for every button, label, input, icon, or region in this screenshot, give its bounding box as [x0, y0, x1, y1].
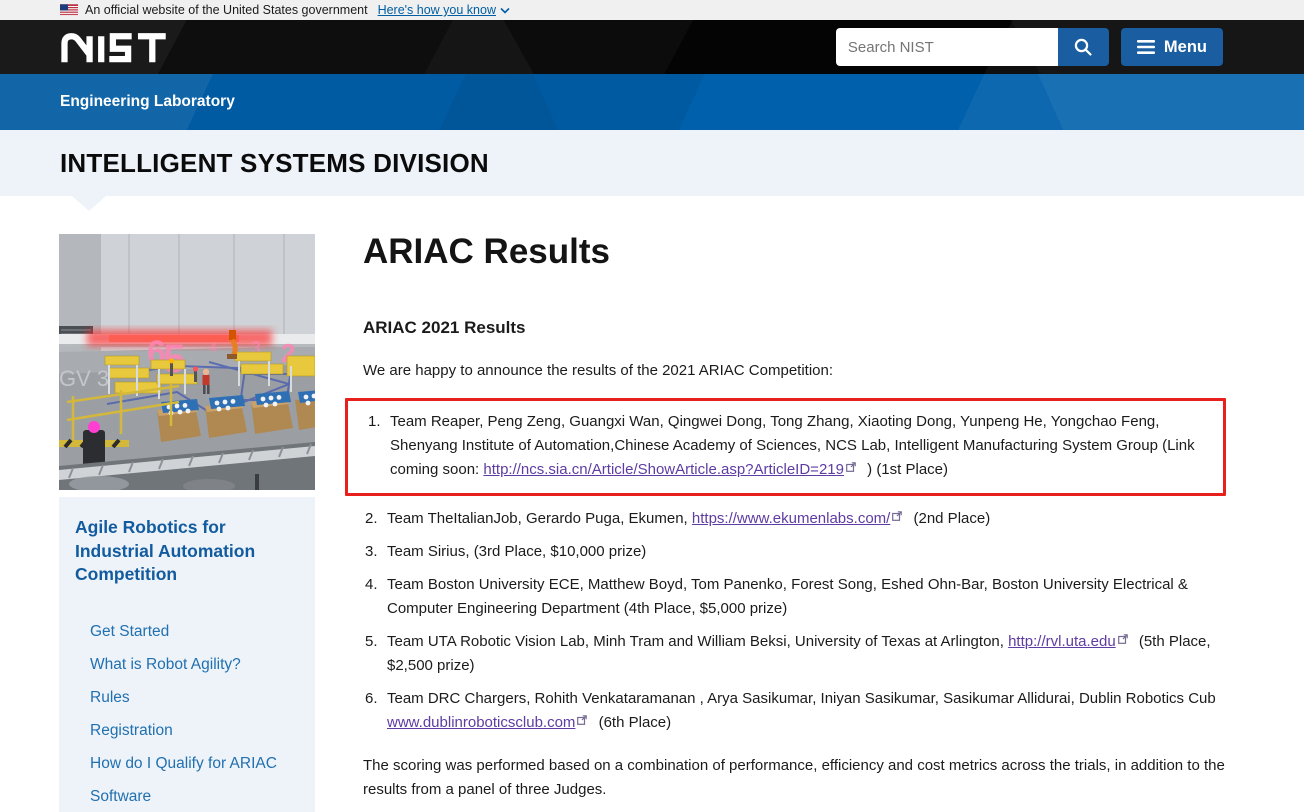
- results-subtitle: ARIAC 2021 Results: [363, 318, 1226, 338]
- sidebar-link[interactable]: What is Robot Agility?: [90, 656, 241, 673]
- gov-banner: An official website of the United States…: [0, 0, 1304, 20]
- sidebar-link[interactable]: Rules: [90, 689, 130, 706]
- search-box: [836, 28, 1109, 66]
- external-link-icon: [892, 511, 902, 521]
- menu-button[interactable]: Menu: [1121, 28, 1223, 66]
- gov-banner-text: An official website of the United States…: [85, 3, 368, 17]
- result-link[interactable]: http://ncs.sia.cn/Article/ShowArticle.as…: [483, 461, 844, 478]
- sidebar-link[interactable]: How do I Qualify for ARIAC: [90, 755, 277, 772]
- lab-link[interactable]: Engineering Laboratory: [60, 93, 235, 111]
- division-band: INTELLIGENT SYSTEMS DIVISION: [0, 130, 1304, 196]
- external-link-icon: [577, 715, 587, 725]
- results-list: 1.Team Reaper, Peng Zeng, Guangxi Wan, Q…: [363, 398, 1226, 735]
- site-header: Menu: [0, 20, 1304, 74]
- intro-text: We are happy to announce the results of …: [363, 359, 1226, 383]
- sidebar-nav-title[interactable]: Agile Robotics for Industrial Automation…: [75, 516, 299, 587]
- result-number: 6.: [365, 687, 378, 711]
- sidebar-link-item: Registration: [90, 722, 299, 740]
- result-number: 2.: [365, 507, 378, 531]
- sidebar-link[interactable]: Registration: [90, 722, 173, 739]
- svg-text:GV 3: GV 3: [59, 366, 109, 391]
- result-item: 2.Team TheItalianJob, Gerardo Puga, Ekum…: [363, 507, 1226, 531]
- page-title: ARIAC Results: [363, 232, 1226, 272]
- result-number: 3.: [365, 540, 378, 564]
- chevron-down-icon: [500, 7, 510, 14]
- scoring-paragraph: The scoring was performed based on a com…: [363, 754, 1226, 802]
- external-link-icon: [846, 462, 856, 472]
- result-number: 5.: [365, 630, 378, 654]
- band-notch: [72, 196, 106, 211]
- sidebar-link-item: How do I Qualify for ARIAC: [90, 755, 299, 773]
- result-link[interactable]: www.dublinroboticsclub.com: [387, 714, 575, 731]
- hamburger-icon: [1137, 40, 1155, 54]
- result-item: 3.Team Sirius, (3rd Place, $10,000 prize…: [363, 540, 1226, 564]
- sidebar-links: Get Started What is Robot Agility? Rules Re…: [75, 623, 299, 806]
- sidebar: 6 5 2 3 4 GV 3: [59, 196, 315, 812]
- sidebar-link-item: Get Started: [90, 623, 299, 641]
- result-number: 4.: [365, 573, 378, 597]
- result-item: 6.Team DRC Chargers, Rohith Venkataraman…: [363, 687, 1226, 735]
- sidebar-link-item: Rules: [90, 689, 299, 707]
- sidebar-link[interactable]: Software: [90, 788, 151, 805]
- sidebar-link[interactable]: Get Started: [90, 623, 169, 640]
- nist-logo[interactable]: [60, 31, 172, 63]
- result-number: 1.: [368, 410, 381, 434]
- division-title: INTELLIGENT SYSTEMS DIVISION: [60, 148, 489, 179]
- content: 6 5 2 3 4 GV 3: [0, 196, 1304, 812]
- sidebar-nav: Agile Robotics for Industrial Automation…: [59, 497, 315, 812]
- result-item: 5.Team UTA Robotic Vision Lab, Minh Tram…: [363, 630, 1226, 678]
- us-flag-icon: [60, 4, 78, 16]
- main-content: ARIAC Results ARIAC 2021 Results We are …: [363, 196, 1226, 812]
- search-input[interactable]: [836, 28, 1058, 66]
- search-icon: [1073, 37, 1093, 57]
- page: An official website of the United States…: [0, 0, 1304, 812]
- result-link[interactable]: https://www.ekumenlabs.com/: [692, 510, 890, 527]
- heres-how-you-know-link[interactable]: Here's how you know: [378, 3, 510, 17]
- header-actions: Menu: [836, 28, 1223, 66]
- result-item-highlighted: 1.Team Reaper, Peng Zeng, Guangxi Wan, Q…: [345, 398, 1226, 496]
- sidebar-link-item: Software: [90, 788, 299, 806]
- ariac-simulation-image: 6 5 2 3 4 GV 3: [59, 234, 315, 490]
- external-link-icon: [1118, 634, 1128, 644]
- sidebar-link-item: What is Robot Agility?: [90, 656, 299, 674]
- result-link[interactable]: http://rvl.uta.edu: [1008, 633, 1116, 650]
- search-button[interactable]: [1058, 28, 1109, 66]
- svg-text:4: 4: [209, 339, 217, 355]
- result-item: 4.Team Boston University ECE, Matthew Bo…: [363, 573, 1226, 621]
- lab-bar: Engineering Laboratory: [0, 74, 1304, 130]
